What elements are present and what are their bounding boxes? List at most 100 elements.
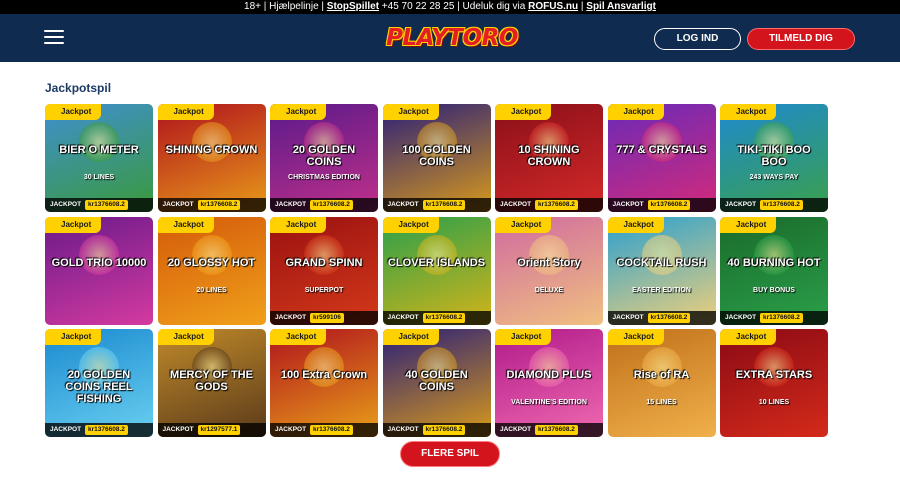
game-tile[interactable]: Jackpot DIAMOND PLUS VALENTINE'S EDITION JA… xyxy=(495,329,603,437)
game-tile[interactable]: Jackpot 20 GOLDEN COINS CHRISTMAS EDITION J… xyxy=(270,104,378,212)
jackpot-footer: JACKPOT kr599106 xyxy=(270,310,378,325)
game-grid: Jackpot BIER O METER 30 LINES JACKPOT kr1376… xyxy=(45,104,828,437)
more-games-button[interactable]: FLERE SPIL xyxy=(400,441,500,467)
game-title: GOLD TRIO 10000 xyxy=(51,256,147,269)
game-art xyxy=(304,347,344,387)
game-title: 10 SHINING CROWN xyxy=(518,144,580,168)
jackpot-footer: JACKPOT kr1376608.2 xyxy=(720,310,828,325)
game-tile[interactable]: Jackpot 10 SHINING CROWN JACKPOT kr1376608.… xyxy=(495,104,603,212)
jackpot-badge: Jackpot xyxy=(270,216,327,233)
jackpot-badge: Jackpot xyxy=(720,104,777,120)
jackpot-badge: Jackpot xyxy=(157,216,214,233)
section-title: Jackpotspil xyxy=(45,81,112,95)
jackpot-footer: JACKPOT kr1376608.2 xyxy=(45,423,153,437)
jackpot-label: JACKPOT xyxy=(725,201,757,208)
jackpot-badge: Jackpot xyxy=(45,329,102,345)
jackpot-badge: Jackpot xyxy=(720,329,777,345)
game-title: BIER O METER xyxy=(59,144,139,156)
game-tile[interactable]: Jackpot SHINING CROWN JACKPOT kr1376608.2 xyxy=(157,104,266,212)
game-art xyxy=(191,122,232,162)
menu-icon[interactable] xyxy=(44,30,64,46)
jackpot-label: JACKPOT xyxy=(387,426,419,433)
game-subtitle: CHRISTMAS EDITION xyxy=(288,174,360,181)
game-tile[interactable]: Jackpot 777 & CRYSTALS JACKPOT kr1376608.2 xyxy=(607,104,716,212)
jackpot-amount: kr1376608.2 xyxy=(422,425,466,435)
jackpot-amount: kr1376608.2 xyxy=(760,312,803,323)
playtoro-logo[interactable]: PLAYTORO xyxy=(384,21,520,57)
game-title: 20 GLOSSY HOT xyxy=(167,256,256,269)
login-button[interactable]: LOG IND xyxy=(654,28,741,50)
jackpot-badge: Jackpot xyxy=(495,104,552,120)
jackpot-amount: kr1376608.2 xyxy=(85,200,128,210)
game-tile[interactable]: Jackpot 100 Extra Crown JACKPOT kr1376608.2 xyxy=(270,329,378,437)
site-header: PLAYTORO LOG IND TILMELD DIG xyxy=(0,14,900,62)
game-subtitle: 15 LINES xyxy=(646,399,677,406)
game-tile[interactable]: Jackpot GRAND SPINN SUPERPOT JACKPOT kr59910… xyxy=(270,216,378,325)
game-tile[interactable]: Jackpot Orient Story DELUXE xyxy=(495,216,603,325)
game-tile[interactable]: Jackpot BIER O METER 30 LINES JACKPOT kr1376… xyxy=(45,104,153,212)
game-tile[interactable]: Jackpot GOLD TRIO 10000 xyxy=(45,216,153,325)
jackpot-label: JACKPOT xyxy=(387,313,419,321)
jackpot-badge: Jackpot xyxy=(45,216,102,233)
jackpot-badge: Jackpot xyxy=(382,329,439,345)
game-tile[interactable]: Jackpot Rise of RA 15 LINES xyxy=(607,329,716,437)
jackpot-badge: Jackpot xyxy=(495,216,552,233)
game-title: MERCY OF THE GODS xyxy=(170,369,253,393)
jackpot-amount: kr1297577.1 xyxy=(197,425,241,435)
game-subtitle: 10 LINES xyxy=(758,399,790,406)
game-tile[interactable]: Jackpot 100 GOLDEN COINS JACKPOT kr1376608.… xyxy=(382,104,491,212)
jackpot-footer: JACKPOT kr1376608.2 xyxy=(495,423,603,437)
game-art xyxy=(416,234,457,275)
jackpot-footer: JACKPOT kr1376608.2 xyxy=(45,198,153,212)
game-subtitle: VALENTINE'S EDITION xyxy=(511,399,587,406)
jackpot-footer: JACKPOT kr1376608.2 xyxy=(382,198,491,212)
jackpot-badge: Jackpot xyxy=(157,329,214,345)
jackpot-amount: kr599106 xyxy=(310,312,344,323)
jackpot-amount: kr1376608.2 xyxy=(310,200,353,210)
game-title: SHINING CROWN xyxy=(165,144,258,156)
game-tile[interactable]: Jackpot 40 GOLDEN COINS JACKPOT kr1376608.2 xyxy=(382,329,491,437)
jackpot-badge: Jackpot xyxy=(270,104,327,120)
spil-ansvarligt-link[interactable]: Spil Ansvarligt xyxy=(586,1,656,12)
jackpot-amount: kr1376608.2 xyxy=(422,312,466,323)
jackpot-footer: JACKPOT kr1376608.2 xyxy=(270,423,378,437)
game-title: Rise of RA xyxy=(633,369,690,381)
game-title: 20 GOLDEN COINS REEL FISHING xyxy=(65,369,133,405)
game-tile[interactable]: Jackpot CLOVER ISLANDS JACKPOT kr1376608.2 xyxy=(382,216,491,325)
jackpot-footer: JACKPOT kr1376608.2 xyxy=(382,423,491,437)
jackpot-badge: Jackpot xyxy=(382,216,439,233)
game-tile[interactable]: Jackpot 20 GOLDEN COINS REEL FISHING JACKP… xyxy=(45,329,153,437)
topbar-middle: +45 70 22 28 25 | Udeluk dig via xyxy=(379,1,529,12)
jackpot-label: JACKPOT xyxy=(50,426,82,433)
game-title: EXTRA STARS xyxy=(735,369,813,381)
game-subtitle: EASTER EDITION xyxy=(632,286,691,294)
game-tile[interactable]: Jackpot 20 GLOSSY HOT 20 LINES xyxy=(157,216,266,325)
jackpot-label: JACKPOT xyxy=(612,313,644,321)
jackpot-amount: kr1376608.2 xyxy=(535,425,578,435)
jackpot-amount: kr1376608.2 xyxy=(197,200,241,210)
signup-button[interactable]: TILMELD DIG xyxy=(747,28,855,50)
jackpot-label: JACKPOT xyxy=(612,201,644,208)
game-title: GRAND SPINN xyxy=(285,256,363,269)
rofus-link[interactable]: ROFUS.nu xyxy=(528,1,578,12)
game-art xyxy=(641,347,682,387)
topbar-prefix: 18+ | Hjælpelinje | xyxy=(244,1,327,12)
game-tile[interactable]: Jackpot COCKTAIL RUSH EASTER EDITION JACKPO… xyxy=(607,216,716,325)
game-tile[interactable]: Jackpot 40 BURNING HOT BUY BONUS JACKPOT kr1… xyxy=(720,216,828,325)
game-tile[interactable]: Jackpot TIKI-TIKI BOO BOO 243 WAYS PAY JACK… xyxy=(720,104,828,212)
game-title: 100 GOLDEN COINS xyxy=(402,144,471,168)
jackpot-amount: kr1376608.2 xyxy=(647,200,691,210)
jackpot-badge: Jackpot xyxy=(607,216,664,233)
game-tile[interactable]: Jackpot EXTRA STARS 10 LINES xyxy=(720,329,828,437)
jackpot-amount: kr1376608.2 xyxy=(85,425,128,435)
game-art xyxy=(641,234,682,275)
game-title: 20 GOLDEN COINS xyxy=(292,144,356,168)
jackpot-badge: Jackpot xyxy=(157,104,214,120)
game-title: TIKI-TIKI BOO BOO xyxy=(737,144,811,168)
jackpot-label: JACKPOT xyxy=(50,201,82,208)
jackpot-label: JACKPOT xyxy=(275,426,307,433)
game-tile[interactable]: Jackpot MERCY OF THE GODS JACKPOT kr1297577… xyxy=(157,329,266,437)
jackpot-label: JACKPOT xyxy=(275,201,307,208)
stopspillet-link[interactable]: StopSpillet xyxy=(327,1,379,12)
jackpot-amount: kr1376608.2 xyxy=(760,200,803,210)
